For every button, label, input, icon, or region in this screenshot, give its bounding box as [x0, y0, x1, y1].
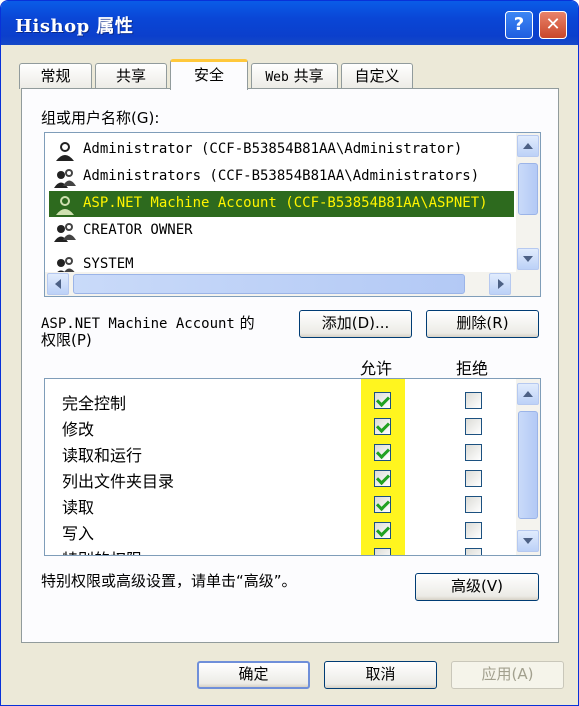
deny-checkbox[interactable]: [465, 444, 482, 461]
scroll-right-button[interactable]: [489, 273, 511, 295]
tab-custom[interactable]: 自定义: [341, 63, 413, 89]
tab-general[interactable]: 常规: [19, 63, 92, 89]
user-list-rows: Administrator (CCF-B53854B81AA\Administr…: [45, 133, 514, 273]
help-button[interactable]: ?: [505, 11, 533, 39]
deny-checkbox[interactable]: [465, 548, 482, 555]
list-item[interactable]: Administrator (CCF-B53854B81AA\Administr…: [49, 137, 514, 163]
close-button[interactable]: ✕: [539, 11, 567, 39]
permission-name: 读取: [62, 498, 95, 517]
deny-checkbox[interactable]: [465, 470, 482, 487]
user-group-icon: [56, 257, 76, 273]
user-list[interactable]: Administrator (CCF-B53854B81AA\Administr…: [44, 132, 541, 297]
horizontal-scroll-thumb[interactable]: [73, 274, 465, 294]
window-title: Hishop 属性: [15, 16, 134, 37]
allow-checkbox[interactable]: [374, 444, 391, 461]
scroll-down-button[interactable]: [517, 248, 539, 270]
properties-window: Hishop 属性 ? ✕ 常规 共享 安全 Web 共享 自定义 组或用户名称…: [0, 0, 579, 706]
list-item-label: ASP.NET Machine Account (CCF-B53854B81AA…: [83, 195, 488, 211]
permission-name: 修改: [62, 420, 95, 439]
permission-row: 写入: [45, 517, 515, 543]
tab-sharing[interactable]: 共享: [95, 63, 167, 89]
allow-checkbox[interactable]: [374, 392, 391, 409]
scroll-thumb[interactable]: [518, 163, 538, 215]
permission-name: 列出文件夹目录: [62, 472, 175, 491]
permission-list-scrollbar[interactable]: [516, 379, 540, 555]
cancel-button[interactable]: 取消: [324, 661, 437, 689]
list-item-selected[interactable]: ASP.NET Machine Account (CCF-B53854B81AA…: [49, 191, 514, 217]
permission-row: 完全控制: [45, 387, 515, 413]
allow-column-header: 允许: [360, 359, 393, 378]
remove-button[interactable]: 删除(R): [426, 310, 539, 338]
permission-name: 写入: [62, 524, 95, 543]
allow-checkbox[interactable]: [374, 418, 391, 435]
user-list-horizontal-scrollbar[interactable]: [45, 272, 540, 296]
permission-row: 特别的权限: [45, 543, 515, 555]
deny-column-header: 拒绝: [456, 359, 489, 378]
scroll-thumb[interactable]: [518, 411, 538, 519]
permission-row: 列出文件夹目录: [45, 465, 515, 491]
permission-row: 读取: [45, 491, 515, 517]
list-item-label: Administrators (CCF-B53854B81AA\Administ…: [83, 168, 480, 184]
list-item[interactable]: Administrators (CCF-B53854B81AA\Administ…: [49, 164, 514, 190]
list-item-label: Administrator (CCF-B53854B81AA\Administr…: [83, 141, 463, 157]
permissions-label: 权限(P): [41, 331, 92, 349]
single-user-icon: [56, 196, 74, 215]
title-bar[interactable]: Hishop 属性 ? ✕: [1, 1, 578, 45]
user-group-icon: [54, 169, 76, 188]
groups-label: 组或用户名称(G):: [41, 109, 160, 127]
deny-checkbox[interactable]: [465, 418, 482, 435]
tab-web-sharing[interactable]: Web 共享: [251, 63, 338, 89]
add-button[interactable]: 添加(D)...: [299, 310, 412, 338]
scroll-left-button[interactable]: [47, 273, 69, 295]
apply-button[interactable]: 应用(A): [451, 661, 564, 689]
allow-checkbox[interactable]: [374, 548, 391, 555]
advanced-note: 特别权限或高级设置，请单击“高级”。: [41, 572, 297, 590]
ok-button[interactable]: 确定: [197, 661, 310, 689]
permission-name: 特别的权限: [62, 546, 142, 555]
permission-row: 读取和运行: [45, 439, 515, 465]
user-list-vertical-scrollbar[interactable]: [516, 133, 540, 273]
allow-checkbox[interactable]: [374, 522, 391, 539]
allow-checkbox[interactable]: [374, 470, 391, 487]
list-item-label: SYSTEM: [83, 256, 134, 272]
deny-checkbox[interactable]: [465, 392, 482, 409]
permission-name: 读取和运行: [62, 446, 143, 465]
user-group-icon: [54, 223, 76, 242]
permission-list[interactable]: 完全控制 修改 读取和运行 列出文件夹目录 读取 写入: [44, 378, 541, 556]
permission-name: 完全控制: [62, 394, 127, 413]
allow-checkbox[interactable]: [374, 496, 391, 513]
scroll-up-button[interactable]: [517, 135, 539, 157]
deny-checkbox[interactable]: [465, 496, 482, 513]
tab-security[interactable]: 安全: [170, 59, 248, 90]
deny-checkbox[interactable]: [465, 522, 482, 539]
list-item-label: CREATOR OWNER: [83, 222, 193, 238]
scroll-up-button[interactable]: [517, 383, 539, 405]
list-item[interactable]: CREATOR OWNER: [49, 218, 514, 244]
permission-row: 修改: [45, 413, 515, 439]
scroll-down-button[interactable]: [517, 530, 539, 552]
advanced-button[interactable]: 高级(V): [415, 573, 539, 601]
single-user-icon: [56, 142, 74, 161]
list-item[interactable]: SYSTEM: [49, 252, 514, 273]
